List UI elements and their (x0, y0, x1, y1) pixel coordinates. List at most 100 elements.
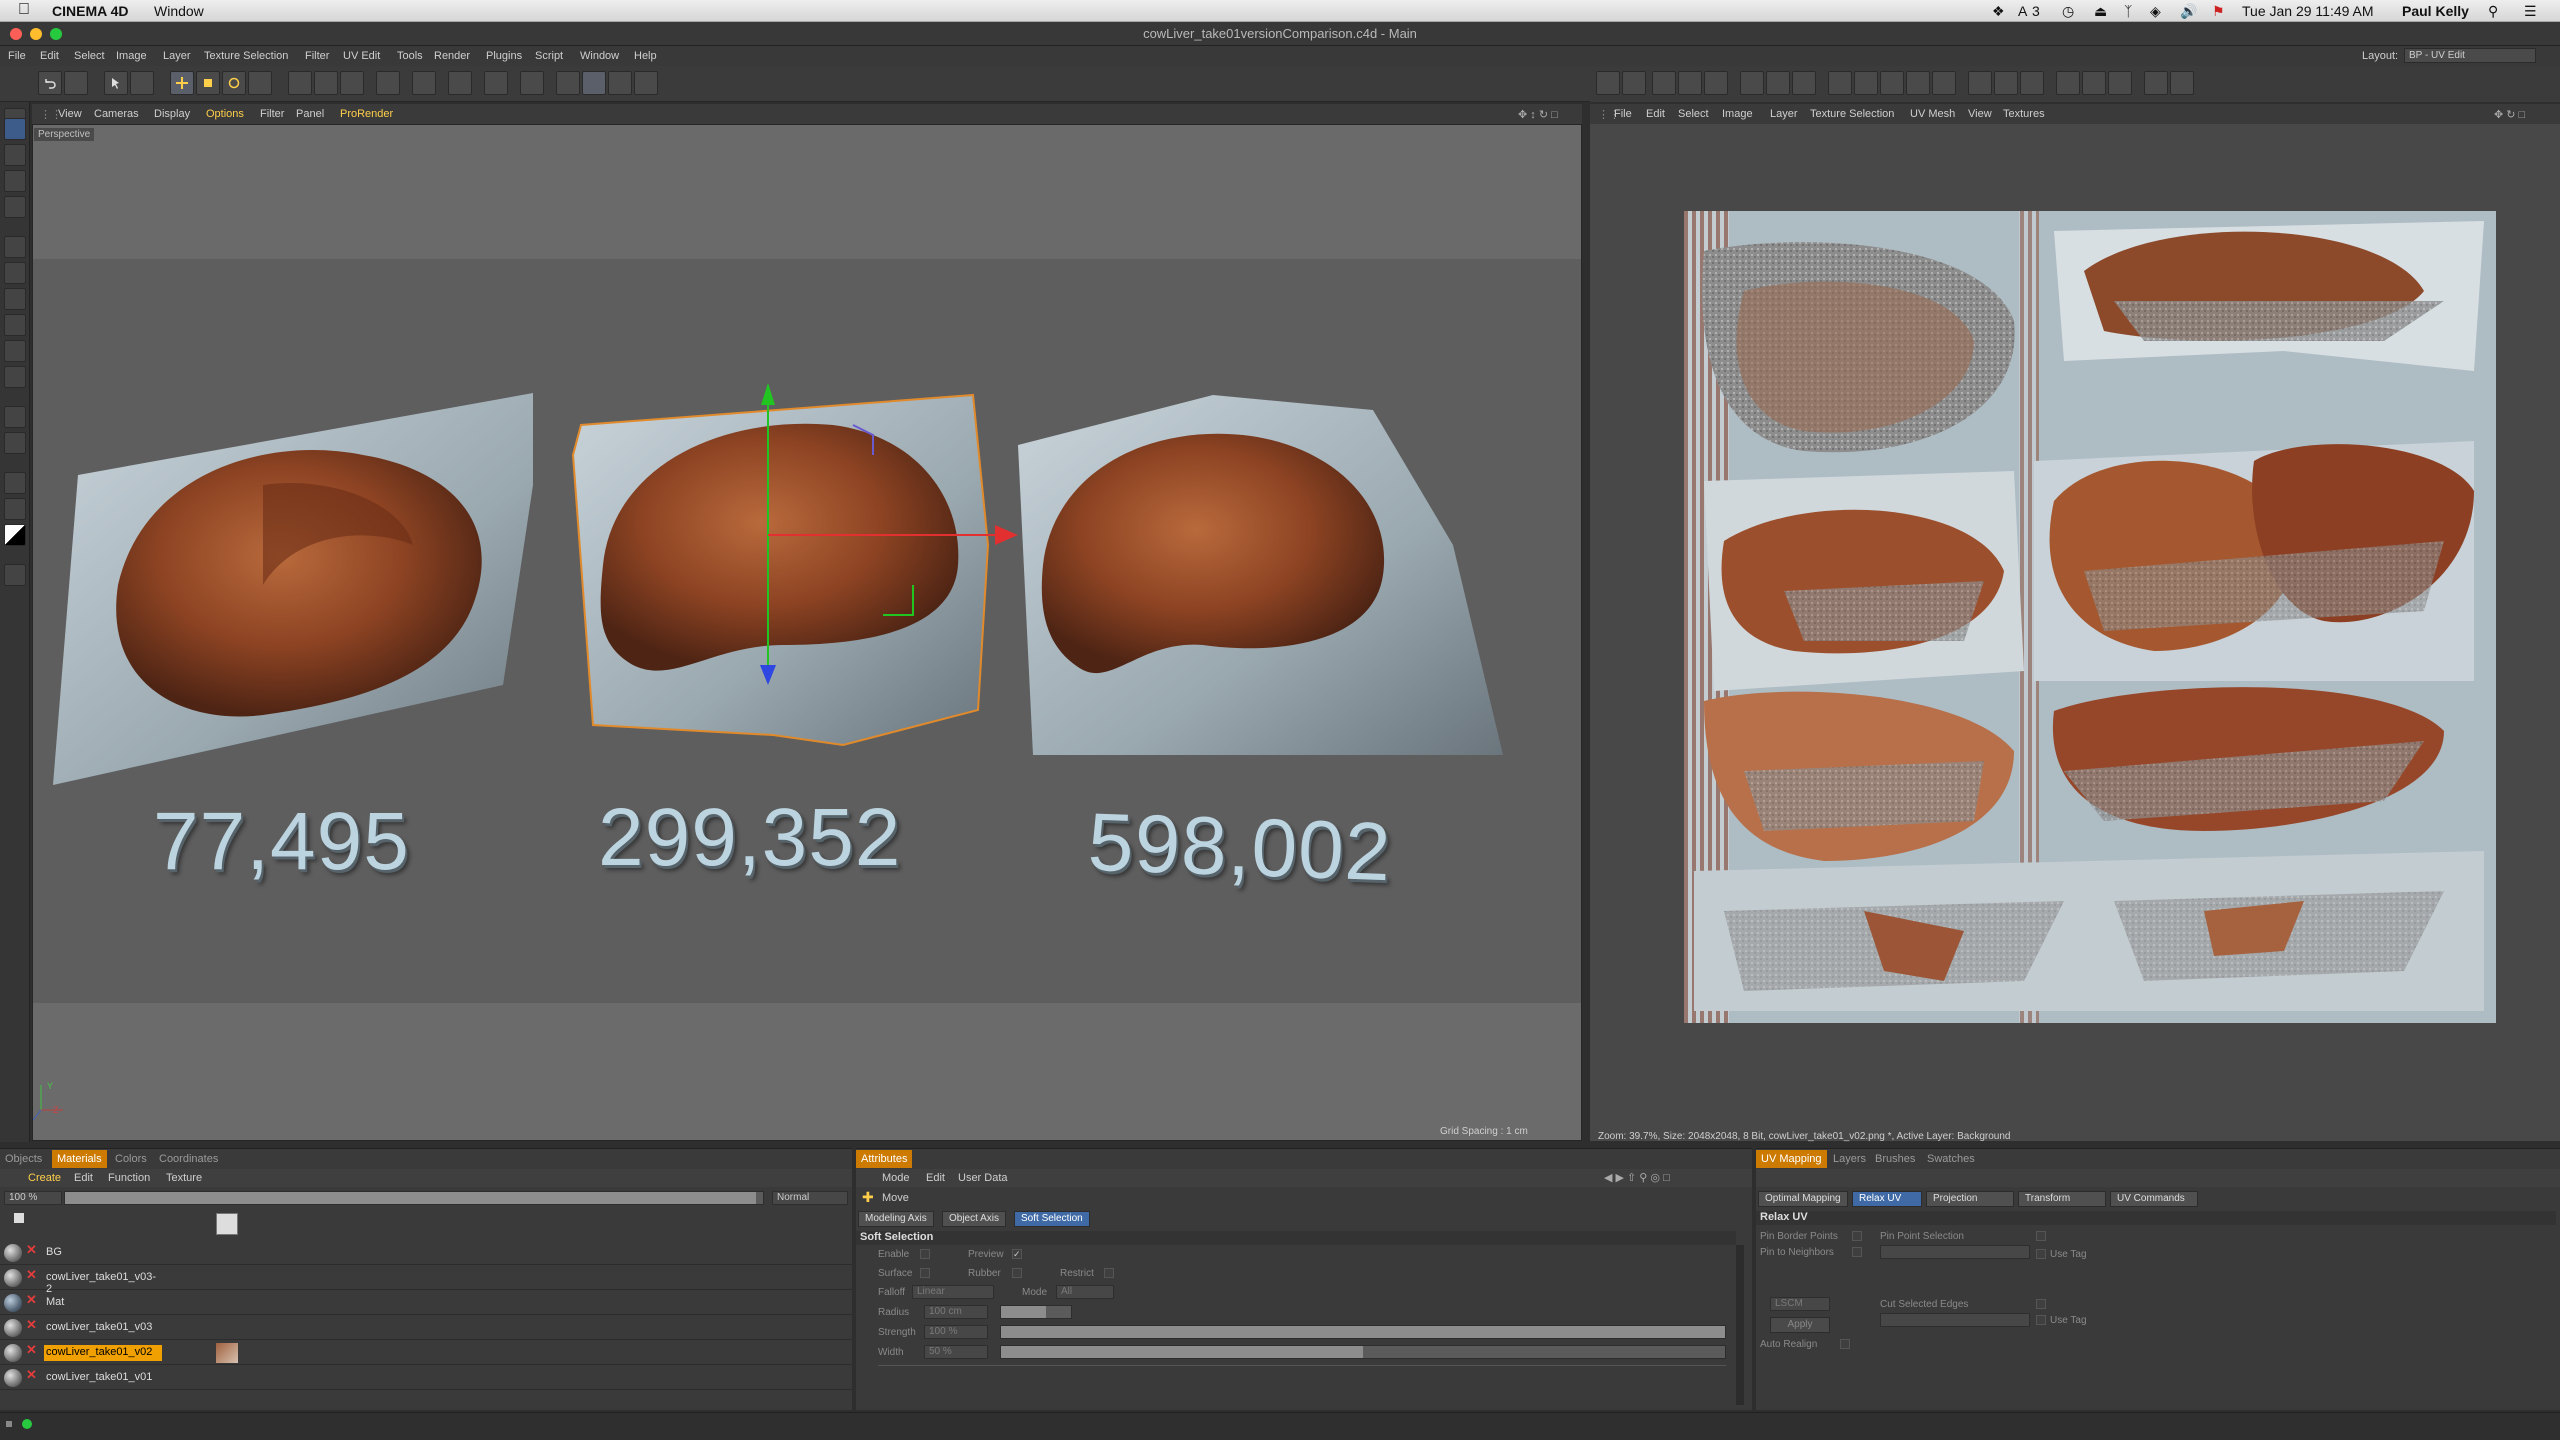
uv-fit-button[interactable] (2056, 71, 2080, 95)
uv-tile-button[interactable] (2108, 71, 2132, 95)
checkerboard-button[interactable] (1596, 71, 1620, 95)
vp-menu-panel[interactable]: Panel (296, 108, 324, 120)
list-item[interactable]: ✕ cowLiver_take01_v03 (0, 1316, 852, 1340)
liver-model-mid[interactable] (571, 383, 1018, 747)
color-swatch[interactable] (4, 524, 26, 546)
uv-snap-button[interactable] (1766, 71, 1790, 95)
eyedropper-tool-button[interactable] (4, 472, 26, 494)
viewport-nav-icons[interactable]: ✥ ↕ ↻ □ (1518, 108, 1558, 121)
tab-attributes[interactable]: Attributes (856, 1150, 913, 1168)
surface-checkbox[interactable] (920, 1268, 930, 1278)
menu-plugins[interactable]: Plugins (486, 50, 522, 62)
pin-point-selection-checkbox[interactable] (2036, 1231, 2046, 1241)
falloff-curve-graph[interactable] (878, 1365, 1726, 1405)
list-item[interactable]: ✕ BG (0, 1241, 852, 1265)
mode-dropdown[interactable]: All (1056, 1285, 1114, 1299)
uv-straighten-button[interactable] (2020, 71, 2044, 95)
uv-align-bottom-button[interactable] (1906, 71, 1930, 95)
apple-icon[interactable]:  (18, 1, 30, 19)
menu-tools[interactable]: Tools (397, 50, 423, 62)
tab-optimal-mapping[interactable]: Optimal Mapping (1758, 1191, 1848, 1207)
eraser-tool-button-left[interactable] (4, 288, 26, 310)
relax-method-dropdown[interactable]: LSCM (1770, 1297, 1830, 1311)
mat-menu-texture[interactable]: Texture (166, 1172, 202, 1184)
material-name[interactable]: BG (44, 1245, 162, 1261)
live-selection-button[interactable] (104, 71, 128, 95)
tab-uv-commands[interactable]: UV Commands (2110, 1191, 2198, 1207)
redo-button[interactable] (64, 71, 88, 95)
apply-button[interactable]: Apply (1770, 1317, 1830, 1333)
vp-menu-prorender[interactable]: ProRender (340, 108, 393, 120)
use-tag-checkbox-1[interactable] (2036, 1249, 2046, 1259)
uv-menu-view[interactable]: View (1968, 108, 1992, 120)
mat-menu-function[interactable]: Function (108, 1172, 150, 1184)
uv-rotate-cw-button[interactable] (2144, 71, 2168, 95)
layout-dropdown[interactable]: BP - UV Edit (2404, 48, 2536, 63)
uv-align-top-button[interactable] (1880, 71, 1904, 95)
uv-stack-button[interactable] (1994, 71, 2018, 95)
uv-menu-select[interactable]: Select (1678, 108, 1709, 120)
restrict-checkbox[interactable] (1104, 1268, 1114, 1278)
stamp-tool-button[interactable] (4, 262, 26, 284)
disable-icon[interactable]: ✕ (26, 1292, 37, 1308)
texture-mode-button[interactable] (4, 144, 26, 166)
dropbox-icon[interactable]: ❖ (1992, 3, 2005, 20)
uv-menu-file[interactable]: File (1614, 108, 1632, 120)
tab-objects[interactable]: Objects (0, 1150, 47, 1168)
uv-texture-canvas[interactable] (1684, 211, 2496, 1023)
material-name[interactable]: cowLiver_take01_v01 (44, 1370, 162, 1386)
menu-uv-edit[interactable]: UV Edit (343, 50, 380, 62)
tab-relax-uv[interactable]: Relax UV (1852, 1191, 1922, 1207)
list-item[interactable]: ✕ cowLiver_take01_v02 (0, 1341, 852, 1365)
attr-menu-mode[interactable]: Mode (882, 1172, 910, 1184)
blend-mode-dropdown[interactable]: Normal (772, 1191, 848, 1205)
reset-colors-button[interactable] (4, 564, 26, 586)
render-settings-button[interactable] (448, 71, 472, 95)
width-field[interactable]: 50 % (924, 1345, 988, 1359)
tab-projection[interactable]: Projection (1926, 1191, 2014, 1207)
liver-model-high[interactable] (1018, 395, 1503, 755)
attributes-scrollbar[interactable] (1736, 1245, 1744, 1405)
window-menu[interactable]: Window (154, 3, 204, 19)
uv-rotate-ccw-button[interactable] (2170, 71, 2194, 95)
preview-checkbox[interactable]: ✓ (1012, 1249, 1022, 1259)
tab-materials[interactable]: Materials (52, 1150, 107, 1168)
paint-brush-button[interactable] (4, 236, 26, 258)
eraser-tool-button[interactable] (1704, 71, 1728, 95)
uv-menu-textures[interactable]: Textures (2003, 108, 2045, 120)
menu-file[interactable]: File (8, 50, 26, 62)
menu-select[interactable]: Select (74, 50, 105, 62)
uv-menu-uv-mesh[interactable]: UV Mesh (1910, 108, 1955, 120)
list-item[interactable]: ✕ cowLiver_take01_v03-2 (0, 1266, 852, 1295)
app-menu-name[interactable]: CINEMA 4D (52, 3, 129, 19)
menu-script[interactable]: Script (535, 50, 563, 62)
add-cube-button[interactable] (484, 71, 508, 95)
attr-nav-icons[interactable]: ◀ ▶ ⇧ ⚲ ◎ □ (1604, 1171, 1670, 1184)
uv-settings-button[interactable] (1622, 71, 1646, 95)
coordinate-system-button[interactable] (340, 71, 364, 95)
uv-menu-texture-selection[interactable]: Texture Selection (1810, 108, 1894, 120)
tab-modeling-axis[interactable]: Modeling Axis (858, 1211, 934, 1227)
menu-render[interactable]: Render (434, 50, 470, 62)
cut-edges-field[interactable] (1880, 1313, 2030, 1327)
scale-tool-button[interactable] (196, 71, 220, 95)
pin-neighbors-checkbox[interactable] (1852, 1247, 1862, 1257)
vp-menu-cameras[interactable]: Cameras (94, 108, 139, 120)
smudge-tool-button[interactable] (4, 366, 26, 388)
opacity-slider[interactable] (64, 1191, 764, 1205)
eject-icon[interactable]: ⏏ (2094, 3, 2107, 20)
radius-slider[interactable] (1000, 1305, 1072, 1319)
material-name[interactable]: Mat (44, 1295, 162, 1311)
move-tool-button[interactable] (170, 71, 194, 95)
star-tool-button[interactable] (4, 432, 26, 454)
tab-coordinates[interactable]: Coordinates (154, 1150, 223, 1168)
adobe-icon[interactable]: A (2018, 3, 2027, 19)
tab-object-axis[interactable]: Object Axis (942, 1211, 1007, 1227)
material-name-selected[interactable]: cowLiver_take01_v02 (44, 1345, 162, 1361)
brush-tool-button[interactable] (1652, 71, 1676, 95)
tab-transform[interactable]: Transform (2018, 1191, 2106, 1207)
uv-menu-edit[interactable]: Edit (1646, 108, 1665, 120)
polygons-mode-button[interactable] (634, 71, 658, 95)
rubber-checkbox[interactable] (1012, 1268, 1022, 1278)
timemachine-icon[interactable]: ◷ (2062, 3, 2074, 20)
